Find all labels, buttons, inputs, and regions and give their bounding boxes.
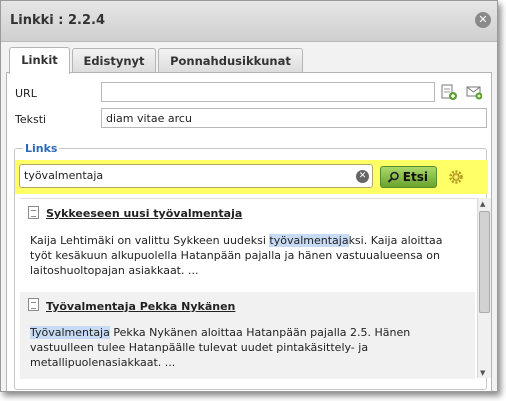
dialog-titlebar[interactable]: Linkki : 2.2.4 ✕ xyxy=(1,1,497,42)
url-input[interactable] xyxy=(101,82,435,102)
link-dialog: Linkki : 2.2.4 ✕ Linkit Edistynyt Ponnah… xyxy=(0,0,498,392)
dialog-title: Linkki : 2.2.4 xyxy=(10,13,106,28)
document-icon xyxy=(28,298,39,311)
search-input[interactable]: työvalmentaja xyxy=(19,164,373,188)
match-highlight: Työvalmentaja xyxy=(30,326,110,339)
scroll-down-icon[interactable]: ▼ xyxy=(480,369,485,377)
scrollbar-thumb[interactable] xyxy=(479,211,490,313)
result-snippet-line: laitoshuoltopajan asiakkaat. ... xyxy=(30,264,199,277)
tab-ponnahdusikkunat[interactable]: Ponnahdusikkunat xyxy=(158,48,303,73)
email-link-icon[interactable] xyxy=(466,84,482,100)
gear-icon[interactable] xyxy=(448,169,464,185)
result-snippet-line: metallipuolenasiakkaat. ... xyxy=(30,356,176,369)
text-label: Teksti xyxy=(15,113,47,126)
match-highlight: työvalmentaja xyxy=(269,234,349,247)
result-snippet-line: Työvalmentaja Pekka Nykänen aloittaa Hat… xyxy=(30,326,411,339)
result-snippet-line: työt kesäkuun alkupuolella Hatanpään paj… xyxy=(30,249,440,262)
result-title[interactable]: Sykkeeseen uusi työvalmentaja xyxy=(46,207,242,220)
results-list: Sykkeeseen uusi työvalmentaja Kaija Leht… xyxy=(20,198,477,379)
list-item: Työvalmentaja Pekka Nykänen Työvalmentaj… xyxy=(20,292,475,379)
browse-server-icon[interactable] xyxy=(441,84,457,100)
links-legend: Links xyxy=(23,142,60,155)
tab-edistynyt[interactable]: Edistynyt xyxy=(72,48,156,73)
text-input[interactable]: diam vitae arcu xyxy=(101,108,487,128)
result-snippet-line: vastuulleen tulee Hatanpäälle tulevat uu… xyxy=(30,341,369,354)
result-snippet-line: Kaija Lehtimäki on valittu Sykkeen uudek… xyxy=(30,234,443,247)
tab-linkit[interactable]: Linkit xyxy=(9,47,70,74)
search-button[interactable]: Etsi xyxy=(380,166,437,188)
clear-search-icon[interactable]: ✕ xyxy=(356,170,369,183)
magnifier-icon xyxy=(387,171,399,183)
result-title[interactable]: Työvalmentaja Pekka Nykänen xyxy=(46,300,235,313)
document-icon xyxy=(28,206,39,219)
url-label: URL xyxy=(15,87,37,100)
search-button-label: Etsi xyxy=(402,170,428,184)
scroll-up-icon[interactable]: ▲ xyxy=(480,200,485,208)
close-icon[interactable]: ✕ xyxy=(475,12,491,28)
list-item: Sykkeeseen uusi työvalmentaja Kaija Leht… xyxy=(20,199,475,292)
